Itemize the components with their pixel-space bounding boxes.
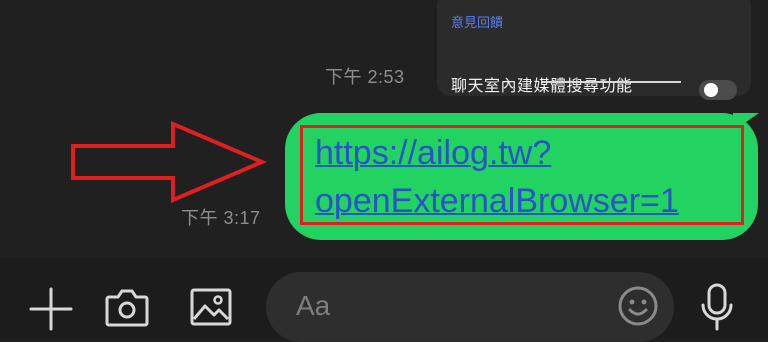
camera-icon[interactable] [104, 285, 150, 329]
message-timestamp: 下午 3:17 [181, 208, 261, 228]
message-input-placeholder: Aa [296, 290, 331, 321]
toggle-knob [704, 83, 718, 97]
annotation-arrow-icon [71, 120, 268, 204]
image-icon[interactable] [188, 285, 234, 329]
message-link[interactable]: https://ailog.tw? openExternalBrowser=1 [315, 129, 740, 225]
strikethrough-line [541, 81, 681, 83]
emoji-icon[interactable] [617, 285, 659, 327]
mic-icon[interactable] [698, 282, 736, 332]
message-timestamp: 下午 2:53 [325, 67, 405, 87]
feedback-link[interactable]: 意見回饋 [451, 12, 503, 31]
media-search-feature-label: 聊天室內建媒體搜尋功能 [451, 78, 633, 95]
plus-icon[interactable] [28, 286, 74, 332]
media-search-toggle[interactable] [699, 80, 737, 100]
